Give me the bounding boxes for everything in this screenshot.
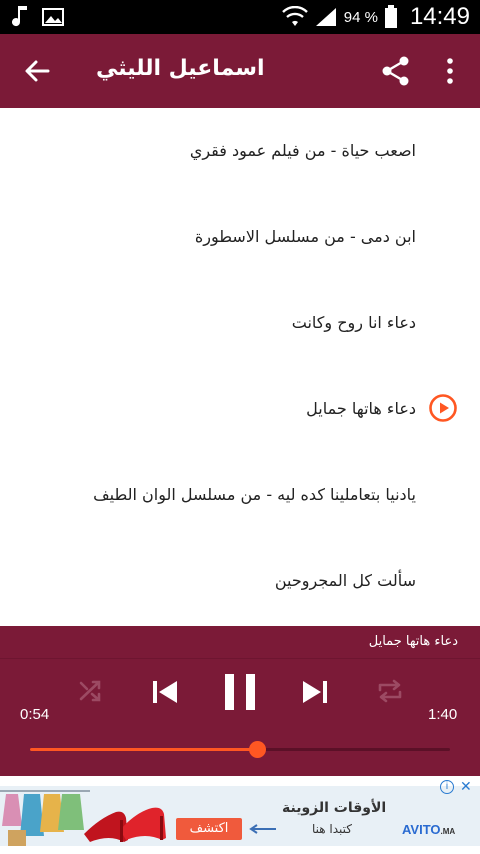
share-icon[interactable] <box>380 55 412 87</box>
more-vert-icon[interactable] <box>440 56 460 86</box>
now-playing-title: دعاء هاتها جمايل <box>368 634 458 649</box>
track-list: اصعب حياة - من فيلم عمود فقري ابن دمى - … <box>0 108 480 626</box>
ad-creative[interactable]: اكتشف الأوقات الزوينة كتبدا هنا AVITO.MA <box>0 786 480 846</box>
music-note-icon <box>12 6 27 27</box>
seek-thumb[interactable] <box>248 741 266 758</box>
track-title: سألت كل المجروحين <box>274 570 416 590</box>
signal-icon <box>315 8 336 26</box>
total-duration: 1:40 <box>428 706 458 723</box>
player-divider <box>0 658 480 659</box>
pause-icon[interactable] <box>222 672 258 712</box>
ad-close-icon[interactable]: ✕ <box>460 778 472 795</box>
clothes-rack-illustration <box>0 790 90 846</box>
ad-brand-suffix: .MA <box>440 827 456 836</box>
repeat-icon[interactable] <box>376 678 404 704</box>
previous-icon[interactable] <box>150 678 180 706</box>
ad-brand-logo: AVITO.MA <box>402 822 455 837</box>
seek-bar[interactable] <box>30 741 450 758</box>
track-item[interactable]: يادنيا بتعاملينا كده ليه - من مسلسل الوا… <box>0 474 416 514</box>
now-playing-icon <box>429 394 457 422</box>
ad-banner[interactable]: اكتشف الأوقات الزوينة كتبدا هنا AVITO.MA… <box>0 776 480 854</box>
battery-percent: 94 % <box>343 8 378 26</box>
clock: 14:49 <box>409 3 470 30</box>
track-title: يادنيا بتعاملينا كده ليه - من مسلسل الوا… <box>93 484 416 504</box>
track-item[interactable]: دعاء انا روح وكانت <box>0 302 416 342</box>
page-title: اسماعيل الليثي <box>96 56 265 81</box>
ad-cta-button[interactable]: اكتشف <box>176 818 242 840</box>
ad-headline: الأوقات الزوينة <box>282 800 387 816</box>
battery-icon <box>384 5 397 28</box>
music-player: دعاء هاتها جمايل 0:54 1:40 <box>0 626 480 776</box>
app-bar: اسماعيل الليثي <box>0 34 480 108</box>
track-title: دعاء انا روح وكانت <box>291 312 416 332</box>
track-item[interactable]: اصعب حياة - من فيلم عمود فقري <box>0 130 416 170</box>
shuffle-icon[interactable] <box>78 678 104 704</box>
ad-info-icon[interactable]: i <box>440 780 454 794</box>
track-title: دعاء هاتها جمايل <box>306 398 416 418</box>
ad-brand-name: AVITO <box>402 822 441 837</box>
back-arrow-icon[interactable] <box>22 56 52 86</box>
status-bar: 94 % 14:49 <box>0 0 480 34</box>
ad-subline: كتبدا هنا <box>312 822 353 836</box>
elapsed-time: 0:54 <box>20 706 50 723</box>
track-title: ابن دمى - من مسلسل الاسطورة <box>194 226 416 246</box>
ad-arrow-icon <box>249 824 276 834</box>
wifi-icon <box>281 6 308 26</box>
seek-progress <box>30 748 257 751</box>
track-title: اصعب حياة - من فيلم عمود فقري <box>189 140 416 160</box>
next-icon[interactable] <box>300 678 330 706</box>
image-icon <box>42 8 64 26</box>
track-item[interactable]: ابن دمى - من مسلسل الاسطورة <box>0 216 416 256</box>
red-shoes-illustration <box>84 807 166 842</box>
track-item-playing[interactable]: دعاء هاتها جمايل <box>0 388 416 428</box>
track-item[interactable]: سألت كل المجروحين <box>0 560 416 600</box>
